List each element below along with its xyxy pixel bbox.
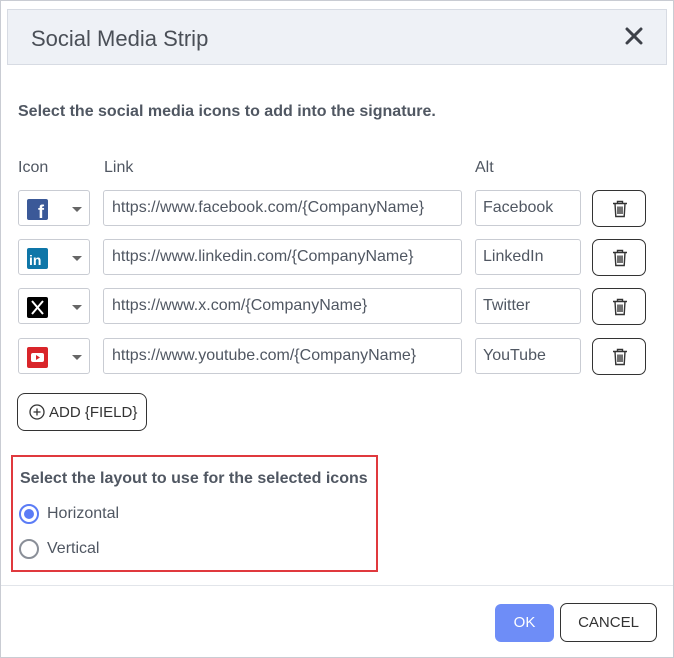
radio-label: Vertical: [47, 540, 100, 557]
social-row-linkedin: in https://www.linkedin.com/{CompanyName…: [1, 239, 674, 277]
social-row-youtube: https://www.youtube.com/{CompanyName} Yo…: [1, 338, 674, 376]
chevron-down-icon: [72, 305, 82, 310]
column-header-link: Link: [104, 159, 134, 176]
icon-dropdown[interactable]: f: [18, 190, 90, 226]
delete-row-button[interactable]: [592, 288, 646, 325]
plus-circle-icon: [29, 404, 45, 425]
linkedin-icon: in: [27, 248, 48, 269]
link-field[interactable]: https://www.x.com/{CompanyName}: [103, 288, 462, 324]
link-field[interactable]: https://www.linkedin.com/{CompanyName}: [103, 239, 462, 275]
layout-selection-group: Select the layout to use for the selecte…: [11, 455, 378, 572]
chevron-down-icon: [72, 207, 82, 212]
social-row-facebook: f https://www.facebook.com/{CompanyName}…: [1, 190, 674, 228]
ok-button[interactable]: OK: [495, 604, 554, 642]
footer-divider: [1, 585, 673, 586]
radio-unselected-icon: [19, 539, 39, 559]
trash-icon: [613, 200, 627, 218]
delete-row-button[interactable]: [592, 239, 646, 276]
svg-text:in: in: [29, 252, 41, 268]
icon-dropdown[interactable]: in: [18, 239, 90, 275]
instruction-text: Select the social media icons to add int…: [18, 103, 436, 120]
cancel-button[interactable]: CANCEL: [560, 603, 657, 642]
svg-text:f: f: [38, 202, 45, 220]
social-row-x: https://www.x.com/{CompanyName} Twitter: [1, 288, 674, 326]
link-field[interactable]: https://www.facebook.com/{CompanyName}: [103, 190, 462, 226]
social-media-strip-dialog: Social Media Strip Select the social med…: [0, 0, 674, 658]
trash-icon: [613, 249, 627, 267]
alt-field[interactable]: YouTube: [475, 338, 581, 374]
dialog-title: Social Media Strip: [31, 26, 209, 51]
trash-icon: [613, 348, 627, 366]
trash-icon: [613, 298, 627, 316]
youtube-icon: [27, 347, 48, 368]
delete-row-button[interactable]: [592, 190, 646, 227]
x-icon: [27, 297, 48, 318]
radio-horizontal[interactable]: Horizontal: [19, 503, 219, 527]
icon-dropdown[interactable]: [18, 288, 90, 324]
radio-label: Horizontal: [47, 505, 120, 522]
add-field-label: ADD {FIELD}: [49, 404, 138, 421]
chevron-down-icon: [72, 256, 82, 261]
alt-field[interactable]: Twitter: [475, 288, 581, 324]
facebook-icon: f: [27, 199, 48, 222]
layout-title: Select the layout to use for the selecte…: [20, 470, 368, 487]
chevron-down-icon: [72, 355, 82, 360]
delete-row-button[interactable]: [592, 338, 646, 375]
add-field-button[interactable]: ADD {FIELD}: [17, 393, 147, 431]
link-field[interactable]: https://www.youtube.com/{CompanyName}: [103, 338, 462, 374]
alt-field[interactable]: Facebook: [475, 190, 581, 226]
alt-field[interactable]: LinkedIn: [475, 239, 581, 275]
close-icon[interactable]: [622, 24, 646, 48]
column-header-alt: Alt: [475, 159, 494, 176]
column-header-icon: Icon: [18, 159, 49, 176]
radio-selected-icon: [19, 504, 39, 524]
radio-vertical[interactable]: Vertical: [19, 538, 219, 562]
dialog-header: Social Media Strip: [7, 9, 667, 65]
icon-dropdown[interactable]: [18, 338, 90, 374]
